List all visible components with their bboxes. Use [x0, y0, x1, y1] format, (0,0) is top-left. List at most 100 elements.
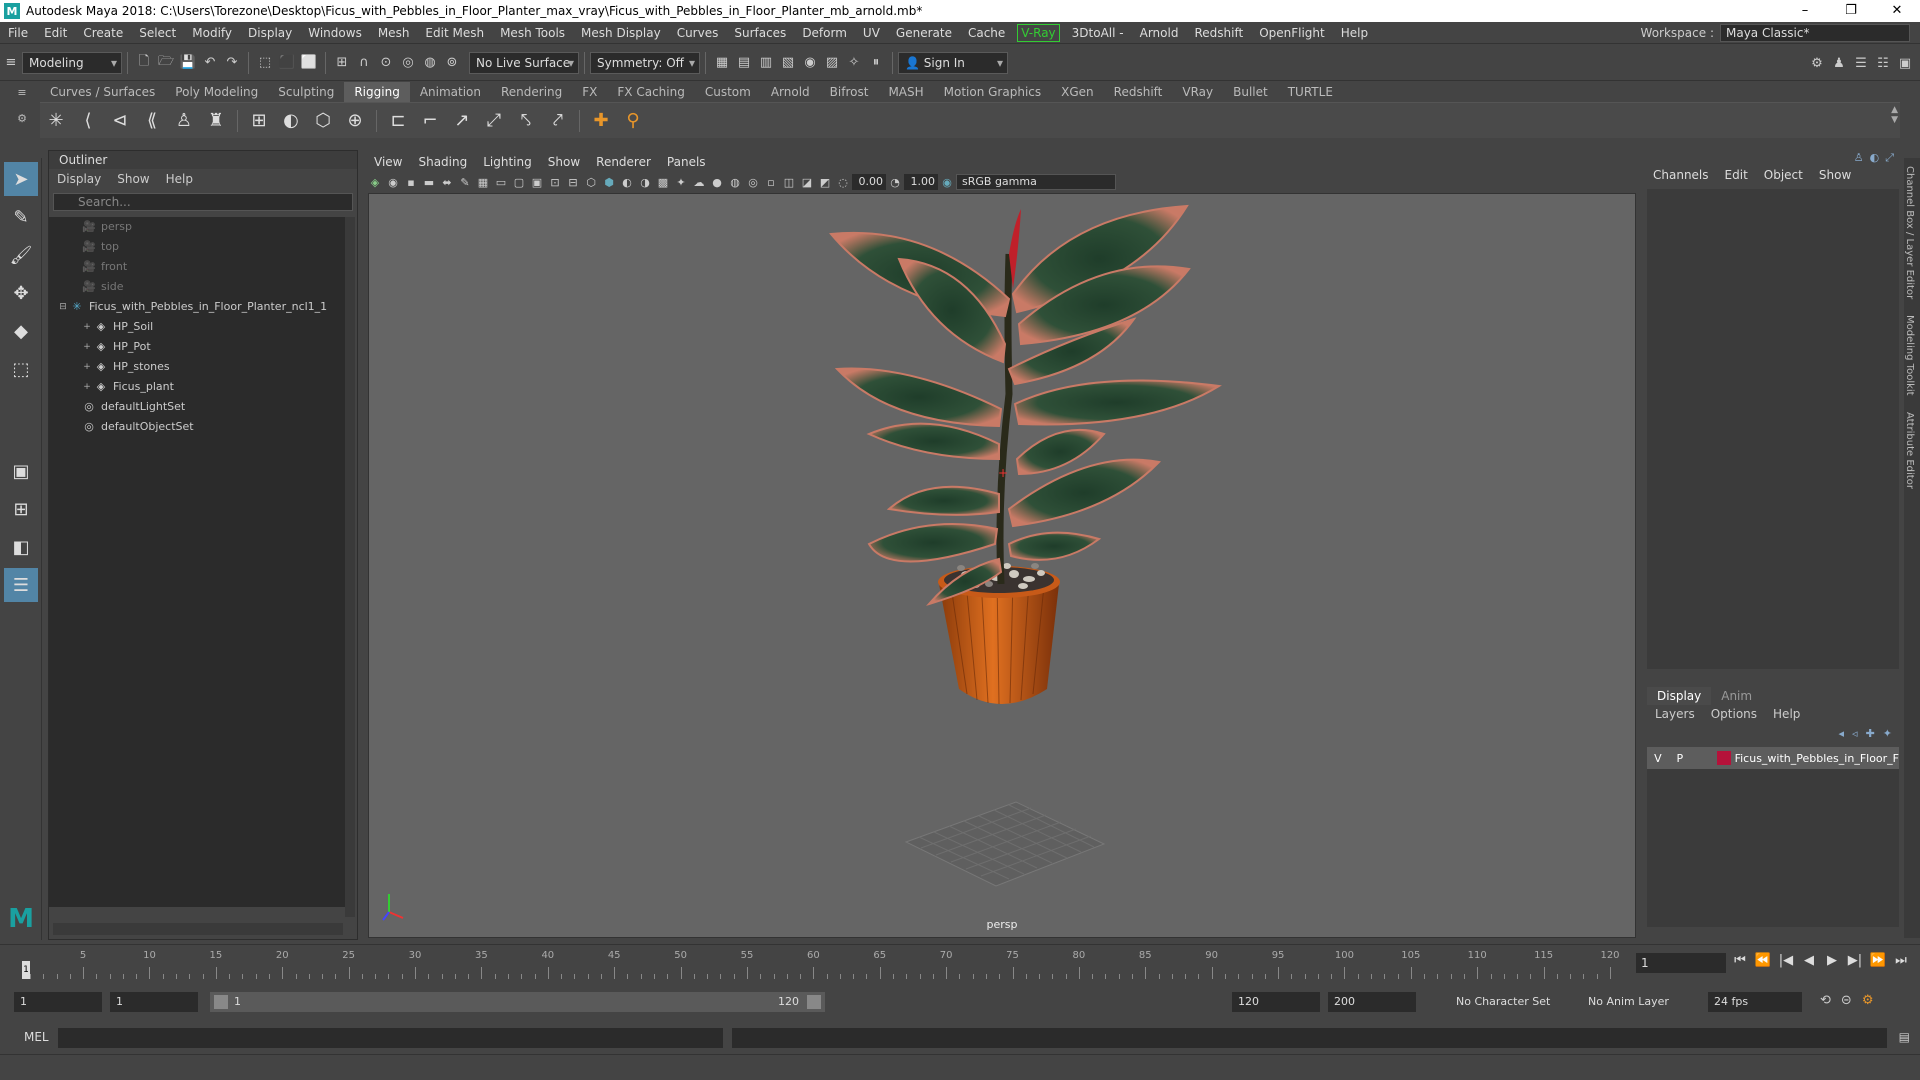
outliner-item-side[interactable]: 🎥 side	[49, 277, 349, 297]
select-camera-icon[interactable]: ◈	[366, 173, 384, 191]
menu-edit-mesh[interactable]: Edit Mesh	[417, 22, 492, 44]
move-tool-icon[interactable]: ✥	[4, 276, 38, 310]
render-view-icon[interactable]: ▤	[733, 52, 755, 74]
outliner-horizontal-scrollbar[interactable]	[53, 923, 343, 935]
show-menu[interactable]: Show	[1811, 165, 1859, 185]
textured-icon[interactable]: ▩	[654, 173, 672, 191]
redo-icon[interactable]: ↷	[221, 52, 243, 74]
anim-layer-dropdown[interactable]: No Anim Layer	[1582, 992, 1692, 1012]
current-frame-field[interactable]: 1	[1636, 953, 1726, 973]
xray-joints-icon[interactable]: ◪	[798, 173, 816, 191]
animation-prefs-icon[interactable]: ⚙	[1862, 993, 1874, 1008]
step-forward-key-icon[interactable]: ⏩	[1868, 953, 1888, 968]
shelf-tab-curves-surfaces[interactable]: Curves / Surfaces	[40, 82, 165, 102]
exposure-field[interactable]: 0.00	[852, 174, 886, 190]
expand-toggle-icon[interactable]: +	[81, 317, 93, 337]
open-scene-icon[interactable]: 🗁	[155, 52, 177, 74]
range-start-handle[interactable]	[214, 995, 228, 1009]
snap-surface-icon[interactable]: ◍	[419, 52, 441, 74]
menu-windows[interactable]: Windows	[300, 22, 370, 44]
film-gate-icon[interactable]: ▭	[492, 173, 510, 191]
menu-redshift[interactable]: Redshift	[1186, 22, 1251, 44]
outliner-menu-display[interactable]: Display	[49, 169, 109, 189]
expand-toggle-icon[interactable]: +	[81, 337, 93, 357]
animation-end-field[interactable]: 200	[1328, 992, 1416, 1012]
shelf-tab-rigging[interactable]: Rigging	[344, 82, 410, 102]
script-editor-icon[interactable]: ▤	[1899, 1030, 1910, 1044]
menu-select[interactable]: Select	[131, 22, 184, 44]
shelf-tab-bullet[interactable]: Bullet	[1223, 82, 1278, 102]
point-constraint-icon[interactable]: ⊏	[382, 105, 414, 137]
playhead[interactable]: 1	[22, 961, 30, 979]
anti-aliasing-icon[interactable]: ◎	[744, 173, 762, 191]
menu-generate[interactable]: Generate	[888, 22, 960, 44]
side-tab-attribute-editor[interactable]: Attribute Editor	[1904, 404, 1915, 497]
2d-pan-zoom-icon[interactable]: ⬌	[438, 173, 456, 191]
field-chart-icon[interactable]: ⊡	[546, 173, 564, 191]
use-all-lights-icon[interactable]: ✦	[672, 173, 690, 191]
rotate-tool-icon[interactable]: ◆	[4, 314, 38, 348]
shelf-toggle-icon[interactable]: ≡	[0, 52, 22, 74]
grid-icon[interactable]: ▦	[474, 173, 492, 191]
layer-color-swatch[interactable]	[1716, 751, 1731, 765]
paint-weights-icon[interactable]: ◐	[275, 105, 307, 137]
select-tool-icon[interactable]: ➤	[4, 162, 38, 196]
float-panel-icon[interactable]: ⤢	[1885, 151, 1894, 165]
safe-action-icon[interactable]: ⊟	[564, 173, 582, 191]
menu-help[interactable]: Help	[1333, 22, 1376, 44]
shelf-tab-arnold[interactable]: Arnold	[761, 82, 820, 102]
shelf-grip[interactable]: ≡ ⚙	[12, 86, 32, 136]
playback-end-field[interactable]: 120	[1232, 992, 1320, 1012]
minimize-button[interactable]: –	[1782, 0, 1828, 22]
shelf-tab-rendering[interactable]: Rendering	[491, 82, 572, 102]
isolate-select-icon[interactable]: ▫	[762, 173, 780, 191]
menu-uv[interactable]: UV	[855, 22, 888, 44]
shelf-tab-mash[interactable]: MASH	[878, 82, 933, 102]
shelf-tab-fx-caching[interactable]: FX Caching	[607, 82, 694, 102]
new-layer-icon[interactable]: ✚	[1866, 727, 1875, 740]
sign-in-dropdown[interactable]: 👤 Sign In	[898, 51, 1008, 74]
view-transform-dropdown[interactable]: sRGB gamma	[956, 174, 1116, 190]
outliner-item-hp-soil[interactable]: + ◈ HP_Soil	[49, 317, 349, 337]
shelf-tab-turtle[interactable]: TURTLE	[1278, 82, 1343, 102]
attribute-editor-icon[interactable]: ☰	[1850, 52, 1872, 74]
scale-tool-icon[interactable]: ⬚	[4, 352, 38, 386]
lattice-icon[interactable]: ⬡	[307, 105, 339, 137]
locator-icon[interactable]: ✚	[585, 105, 617, 137]
viewport-menu-shading[interactable]: Shading	[410, 152, 475, 172]
step-forward-frame-icon[interactable]: ▶|	[1845, 953, 1865, 968]
channel-box-icon[interactable]: ▣	[1894, 52, 1916, 74]
wireframe-on-shaded-icon[interactable]: ◑	[636, 173, 654, 191]
snap-pivot-icon[interactable]: ⊚	[441, 52, 463, 74]
expand-toggle-icon[interactable]: ⊟	[57, 297, 69, 317]
play-backward-icon[interactable]: ◀	[1799, 953, 1819, 968]
outliner-item-ficus-plant[interactable]: + ◈ Ficus_plant	[49, 377, 349, 397]
menu-mesh-tools[interactable]: Mesh Tools	[492, 22, 573, 44]
display-layer-row[interactable]: V P Ficus_with_Pebbles_in_Floor_F	[1647, 747, 1899, 769]
viewport-menu-view[interactable]: View	[366, 152, 410, 172]
save-scene-icon[interactable]: 💾	[177, 52, 199, 74]
snap-grid-icon[interactable]: ⊞	[331, 52, 353, 74]
range-end-handle[interactable]	[807, 995, 821, 1009]
shelf-tab-xgen[interactable]: XGen	[1051, 82, 1104, 102]
outliner-item-ficus-with-pebbles-in-floor-planter-ncl1-1[interactable]: ⊟ ✳ Ficus_with_Pebbles_in_Floor_Planter_nc…	[49, 297, 349, 317]
pole-vector-icon[interactable]: ⤤	[542, 105, 574, 137]
menu-file[interactable]: File	[0, 22, 36, 44]
layer-editor-icon[interactable]: ◐	[1870, 151, 1880, 165]
command-input[interactable]	[58, 1028, 723, 1048]
gamma-icon[interactable]: ◔	[886, 173, 904, 191]
outliner-item-persp[interactable]: 🎥 persp	[49, 217, 349, 237]
select-hierarchy-icon[interactable]: ⬚	[254, 52, 276, 74]
menu-modify[interactable]: Modify	[184, 22, 240, 44]
select-object-icon[interactable]: ⬛	[276, 52, 298, 74]
side-tab-channel-box[interactable]: Channel Box / Layer Editor	[1904, 158, 1915, 307]
side-tab-modeling-toolkit[interactable]: Modeling Toolkit	[1904, 307, 1915, 404]
select-component-icon[interactable]: ⬜	[298, 52, 320, 74]
undo-icon[interactable]: ↶	[199, 52, 221, 74]
layers-menu[interactable]: Layers	[1647, 705, 1703, 723]
range-slider[interactable]: 1 120	[210, 992, 825, 1012]
insert-joint-icon[interactable]: ⟨	[72, 105, 104, 137]
perspective-viewport[interactable]: + persp	[368, 193, 1636, 938]
time-slider[interactable]: 5 10 15 20 25 30 35 40 45 50 55 60 65 70 75 80 85 90 95 100…	[0, 944, 1920, 980]
menu-3dtoall[interactable]: 3DtoAll -	[1064, 22, 1132, 44]
